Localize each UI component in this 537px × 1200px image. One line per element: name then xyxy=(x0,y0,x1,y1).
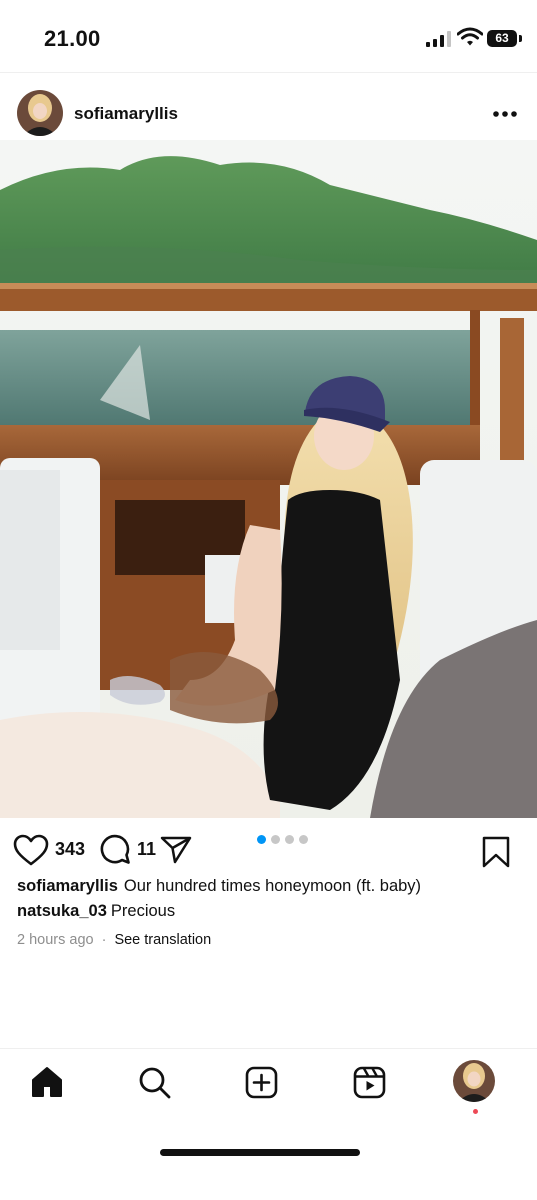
search-icon[interactable] xyxy=(138,1066,172,1100)
more-horizontal-icon[interactable] xyxy=(492,110,518,118)
post-caption: sofiamaryllis Our hundred times honeymoon… xyxy=(17,877,421,896)
heart-icon[interactable] xyxy=(13,834,49,866)
reels-icon[interactable] xyxy=(353,1066,386,1099)
see-translation-link[interactable]: See translation xyxy=(114,932,211,948)
battery-indicator: 63 xyxy=(487,30,517,47)
meta-separator: · xyxy=(101,932,107,948)
home-icon[interactable] xyxy=(31,1066,63,1098)
profile-tab-avatar[interactable] xyxy=(453,1060,495,1102)
like-count[interactable]: 343 xyxy=(55,839,85,860)
wifi-icon xyxy=(457,27,483,46)
bookmark-icon[interactable] xyxy=(482,836,510,868)
profile-avatar[interactable] xyxy=(17,90,63,136)
comment-text: Precious xyxy=(110,902,176,920)
post-meta: 2 hours ago · See translation xyxy=(17,932,211,948)
battery-tip xyxy=(519,35,522,42)
status-bar: 21.00 63 xyxy=(0,0,537,72)
notification-dot xyxy=(473,1109,478,1114)
carousel-dot xyxy=(257,835,266,844)
post-timestamp: 2 hours ago xyxy=(17,932,94,948)
home-indicator xyxy=(160,1149,360,1156)
carousel-dot xyxy=(285,835,294,844)
tab-bar xyxy=(0,1049,537,1129)
paper-plane-icon[interactable] xyxy=(160,835,192,865)
post-actions: 343 11 xyxy=(0,830,537,870)
comment-count[interactable]: 11 xyxy=(137,839,156,860)
caption-username[interactable]: sofiamaryllis xyxy=(17,877,118,895)
post-username[interactable]: sofiamaryllis xyxy=(74,104,178,124)
divider xyxy=(0,72,537,73)
carousel-dot xyxy=(271,835,280,844)
comment-username[interactable]: natsuka_03 xyxy=(17,902,107,920)
comment-preview: natsuka_03 Precious xyxy=(17,902,175,921)
caption-text: Our hundred times honeymoon (ft. baby) xyxy=(123,877,422,895)
carousel-dot xyxy=(299,835,308,844)
post-photo[interactable] xyxy=(0,140,537,818)
comment-bubble-icon[interactable] xyxy=(99,833,131,865)
plus-square-icon[interactable] xyxy=(245,1066,278,1099)
post-header: sofiamaryllis xyxy=(0,88,537,138)
status-time: 21.00 xyxy=(44,26,101,51)
cellular-signal-icon xyxy=(426,31,451,47)
